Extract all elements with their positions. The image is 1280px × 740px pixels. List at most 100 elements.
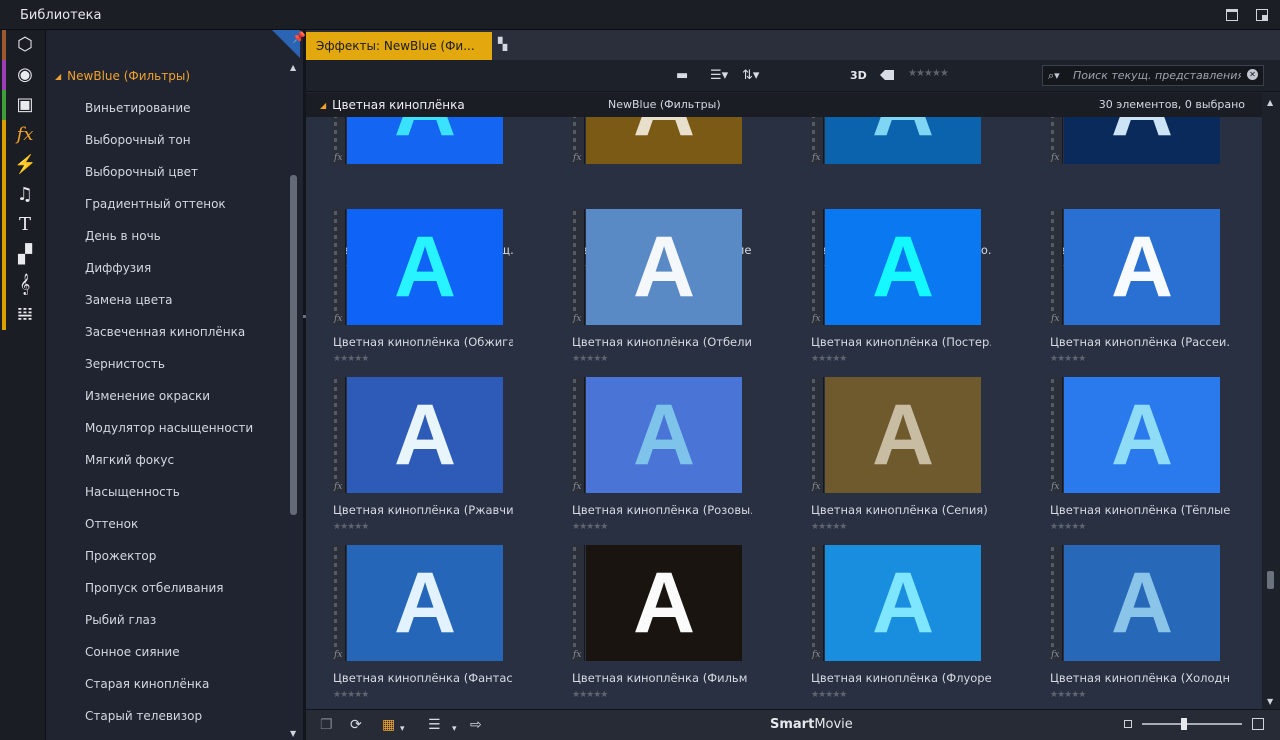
tab-effects-newblue[interactable]: Эффекты: NewBlue (Фи... (306, 32, 492, 60)
effect-card[interactable]: fx A Цветная киноплёнка (Фантас... ★★★★★ (306, 545, 526, 709)
effect-rating[interactable]: ★★★★★ (333, 690, 369, 700)
fx-effects-icon[interactable]: fx (14, 123, 36, 147)
tree-item[interactable]: Засвеченная киноплёнка (85, 316, 253, 348)
tree-item[interactable]: Старый телевизор (85, 700, 253, 732)
tree-item[interactable]: День в ночь (85, 220, 253, 252)
project-bin-icon[interactable]: ⬡ (14, 33, 36, 57)
thumbnail-size-slider[interactable] (1142, 718, 1242, 730)
scroll-down-icon[interactable]: ▼ (290, 729, 296, 738)
tree-root-newblue[interactable]: ◢ NewBlue (Фильтры) (55, 69, 190, 83)
effect-rating[interactable]: ★★★★★ (572, 354, 608, 364)
effect-card[interactable]: fx A Цветная киноплёнка (Постер... ★★★★★ (784, 209, 1004, 377)
effect-rating[interactable]: ★★★★★ (572, 690, 608, 700)
effect-thumbnail[interactable]: A (347, 545, 503, 661)
rail-item-9[interactable]: 𝍐 (0, 300, 46, 330)
rail-item-1[interactable]: ◉ (0, 60, 46, 90)
pin-icon[interactable]: 📌 (292, 31, 306, 44)
effect-card[interactable]: fx A Цветная киноплёнка (Холодн... ★★★★★ (1023, 545, 1243, 709)
tag-icon[interactable] (880, 70, 894, 80)
effect-card[interactable]: fx A Цветная киноплёнка (Флуоре... ★★★★★ (784, 545, 1004, 709)
effect-thumbnail[interactable]: A (825, 377, 981, 493)
maximize-icon[interactable] (1226, 9, 1238, 21)
effect-rating[interactable]: ★★★★★ (333, 522, 369, 532)
effect-thumbnail[interactable]: A (586, 117, 742, 164)
new-tab-icon[interactable]: ▚ (498, 37, 512, 51)
effect-thumbnail[interactable]: A (586, 377, 742, 493)
tree-item[interactable]: Пропуск отбеливания (85, 572, 253, 604)
rail-item-6[interactable]: T (0, 210, 46, 240)
zoom-in-icon[interactable] (1252, 718, 1264, 730)
effect-thumbnail[interactable]: A (347, 117, 503, 164)
collapse-triangle-icon[interactable]: ◢ (320, 101, 326, 110)
section-title[interactable]: ◢ Цветная киноплёнка (320, 98, 465, 112)
tree-item[interactable]: Насыщенность (85, 476, 253, 508)
effect-thumbnail[interactable]: A (586, 545, 742, 661)
zoom-out-icon[interactable] (1124, 720, 1132, 728)
grid-view-icon[interactable]: ▦ (382, 717, 395, 733)
tree-item[interactable]: Градиентный оттенок (85, 188, 253, 220)
title-icon[interactable]: T (14, 213, 36, 237)
tree-item[interactable]: Изменение окраски (85, 380, 253, 412)
scorefitter-icon[interactable]: 𝄞 (14, 273, 36, 297)
rail-item-3[interactable]: fx (0, 120, 46, 150)
sync-icon[interactable]: ⟳ (350, 717, 362, 733)
tree-item[interactable]: Старая киноплёнка (85, 668, 253, 700)
photos-icon[interactable]: ▣ (14, 93, 36, 117)
tree-item[interactable]: Зернистость (85, 348, 253, 380)
smartmovie-button[interactable]: SmartMovie (770, 717, 853, 732)
grid-view-dropdown-icon[interactable]: ▾ (400, 721, 405, 737)
effect-card[interactable]: fx A Цветная киноплёнка (Тёплые... ★★★★★ (1023, 377, 1243, 545)
effect-rating[interactable]: ★★★★★ (811, 690, 847, 700)
effect-rating[interactable]: ★★★★★ (333, 354, 369, 364)
slider-knob[interactable] (1181, 718, 1188, 730)
effect-card[interactable]: fx A Цветная киноплёнка (Обжига... ★★★★★ (306, 209, 526, 377)
grid-scrollbar[interactable]: ▲ ▼ (1262, 93, 1280, 709)
music-icon[interactable]: ♫ (14, 183, 36, 207)
tree-item[interactable]: Замена цвета (85, 284, 253, 316)
effect-thumbnail[interactable]: A (586, 209, 742, 325)
effect-thumbnail[interactable]: A (1064, 117, 1220, 164)
rail-item-8[interactable]: 𝄞 (0, 270, 46, 300)
tree-item[interactable]: Прожектор (85, 540, 253, 572)
rating-filter[interactable]: ★★★★★ (908, 68, 949, 79)
effect-thumbnail[interactable]: A (825, 117, 981, 164)
montage-icon[interactable]: ▞ (14, 243, 36, 267)
sort-icon[interactable]: ⇅▾ (742, 68, 759, 84)
rail-item-4[interactable]: ⚡ (0, 150, 46, 180)
effect-rating[interactable]: ★★★★★ (811, 354, 847, 364)
send-to-timeline-icon[interactable]: ⇨ (470, 717, 482, 733)
tree-item[interactable]: Оттенок (85, 508, 253, 540)
effect-card[interactable]: fx A Цветная киноплёнка (Фильм ... ★★★★★ (545, 545, 765, 709)
scroll-down-icon[interactable]: ▼ (1267, 697, 1273, 706)
tree-item[interactable]: Мягкий фокус (85, 444, 253, 476)
filter-3d-button[interactable]: 3D (850, 69, 867, 82)
tree-scroll-thumb[interactable] (290, 175, 297, 515)
effect-thumbnail[interactable]: A (347, 377, 503, 493)
effect-rating[interactable]: ★★★★★ (1050, 354, 1086, 364)
search-icon[interactable]: ⌕▾ (1048, 69, 1060, 83)
effect-thumbnail[interactable]: A (825, 209, 981, 325)
tree-item[interactable]: Диффузия (85, 252, 253, 284)
detach-window-icon[interactable] (1256, 9, 1268, 21)
effect-card[interactable]: fx A Цветная киноплёнка (Сепия) ★★★★★ (784, 377, 1004, 545)
effect-thumbnail[interactable]: A (1064, 209, 1220, 325)
effect-thumbnail[interactable]: A (1064, 545, 1220, 661)
grid-scroll-thumb[interactable] (1267, 571, 1274, 589)
effect-rating[interactable]: ★★★★★ (572, 522, 608, 532)
folder-icon[interactable]: ▬ (676, 68, 688, 84)
piano-icon[interactable]: 𝍐 (14, 303, 36, 327)
collapse-triangle-icon[interactable]: ◢ (55, 72, 61, 81)
rail-item-5[interactable]: ♫ (0, 180, 46, 210)
tree-item[interactable]: Сонное сияние (85, 636, 253, 668)
clear-search-icon[interactable]: ✕ (1247, 69, 1258, 80)
effect-card[interactable]: fx A Цветная киноплёнка (Ржавчи... ★★★★★ (306, 377, 526, 545)
list-view-icon[interactable]: ☰▾ (710, 68, 728, 84)
effect-card[interactable]: fx A Цветная киноплёнка (Отбели... ★★★★★ (545, 209, 765, 377)
tree-item[interactable]: Модулятор насыщенности (85, 412, 253, 444)
rail-item-0[interactable]: ⬡ (0, 30, 46, 60)
scroll-up-icon[interactable]: ▲ (290, 63, 296, 72)
rail-item-7[interactable]: ▞ (0, 240, 46, 270)
scroll-up-icon[interactable]: ▲ (1267, 98, 1273, 107)
copy-icon[interactable]: ❐ (320, 717, 333, 733)
effect-card[interactable]: fx A Цветная киноплёнка (Розовы... ★★★★★ (545, 377, 765, 545)
